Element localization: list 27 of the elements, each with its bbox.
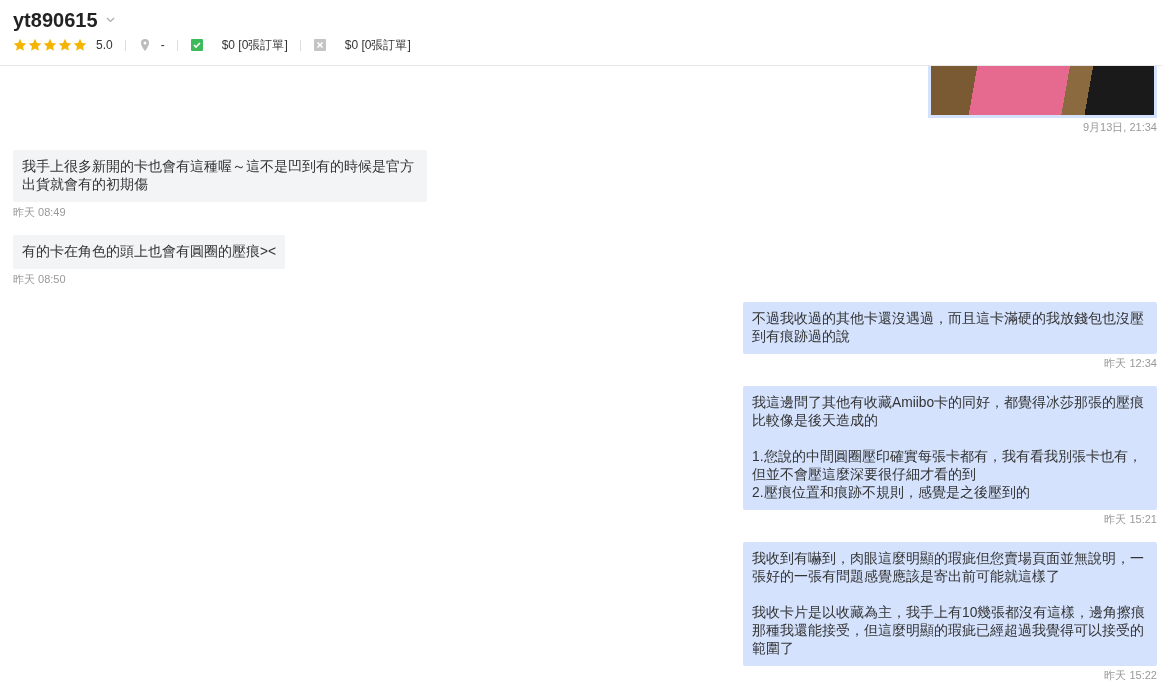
message-text: 我這邊問了其他有收藏Amiibo卡的同好，都覺得冰莎那張的壓痕比較像是後天造成的 — [752, 394, 1146, 430]
star-icon — [43, 38, 57, 52]
cross-icon — [312, 38, 327, 52]
order-stat: $0 [0張訂單] — [344, 37, 411, 53]
message-text: 有的卡在角色的頭上也會有圓圈的壓痕>< — [22, 243, 277, 261]
username: yt890615 — [13, 8, 98, 32]
star-icon — [58, 38, 72, 52]
star-icon — [13, 38, 27, 52]
message-text: 不過我收過的其他卡還沒遇過，而且這卡滿硬的我放錢包也沒壓到有痕跡過的說 — [752, 310, 1145, 346]
message-text: 2.壓痕位置和痕跡不規則，感覺是之後壓到的 — [752, 484, 1031, 502]
message-time: 昨天 08:49 — [13, 206, 66, 219]
message-time: 9月13日, 21:34 — [1083, 121, 1157, 134]
chevron-down-icon[interactable] — [105, 17, 115, 23]
rating-value: 5.0 — [96, 37, 113, 53]
message-text: 我收到有嚇到，肉眼這麼明顯的瑕疵但您賣場頁面並無說明，一張好的一張有問題感覺應該是寄出前可能就這樣了 — [752, 550, 1145, 586]
star-icon — [28, 38, 42, 52]
message-time: 昨天 15:22 — [1104, 669, 1157, 682]
checkmark-icon — [189, 38, 204, 52]
message-time: 昨天 08:50 — [13, 273, 66, 286]
message-text: 我手上很多新開的卡也會有這種喔～這不是凹到有的時候是官方出貨就會有的初期傷 — [22, 158, 415, 194]
order-stat: $0 [0張訂單] — [221, 37, 288, 53]
star-icon — [73, 38, 87, 52]
message-text: 我收卡片是以收藏為主，我手上有10幾張都沒有這樣，邊角擦痕那種我還能接受，但這麼明顯的瑕疵已經超過我覺得可以接受的範圍了 — [752, 604, 1147, 658]
message-time: 昨天 15:21 — [1104, 513, 1157, 526]
location-text: - — [160, 37, 165, 53]
message-time: 昨天 12:34 — [1104, 357, 1157, 370]
message-text: 1.您說的中間圓圈壓印確實每張卡都有，我有看我別張卡也有，但並不會壓這麼深要很仔細才看的到 — [752, 448, 1143, 484]
